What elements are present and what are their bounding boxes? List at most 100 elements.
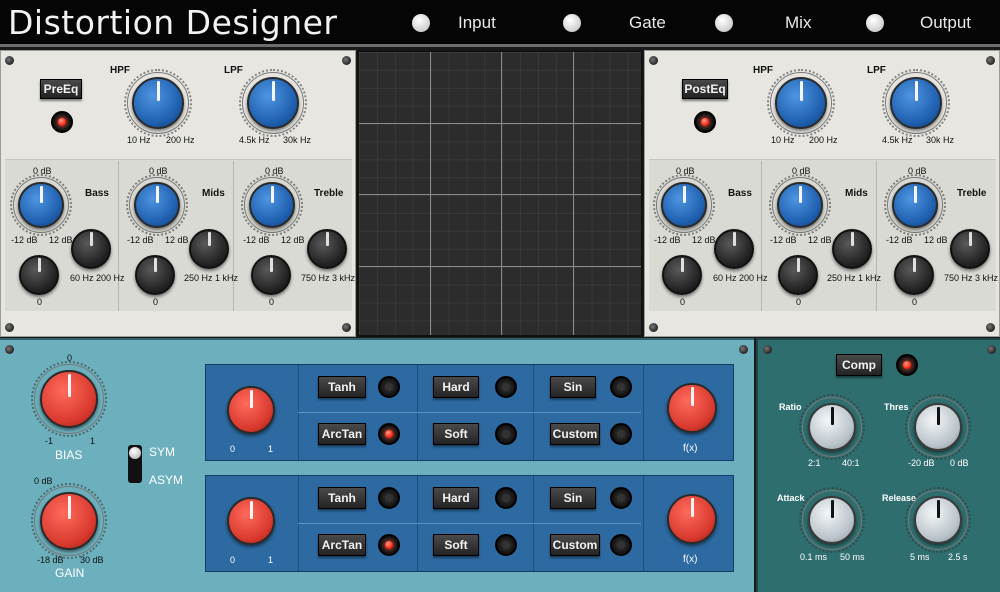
release-knob[interactable] [914,496,962,544]
shaper-1-arctan-led[interactable] [378,423,400,445]
post-treble-gain-knob[interactable] [892,182,938,228]
shaper-2-hard-button[interactable]: Hard [433,487,479,509]
shaper-2-sin-led[interactable] [610,487,632,509]
gain-knob[interactable] [40,492,98,550]
pre-mids-freq-knob[interactable] [189,229,229,269]
nav-mix[interactable]: Mix [715,13,811,33]
shaper-1-hard-button[interactable]: Hard [433,376,479,398]
post-mids-freq-knob[interactable] [832,229,872,269]
post-mids-fmin: 250 Hz [827,273,856,283]
post-hpf-knob[interactable] [775,77,827,129]
nav-gate[interactable]: Gate [563,13,666,33]
comp-button[interactable]: Comp [836,354,882,376]
pre-mids-label: Mids [202,188,225,199]
shaper-2-arctan-button[interactable]: ArcTan [318,534,366,556]
post-treble-freq-knob[interactable] [950,229,990,269]
thres-knob[interactable] [914,403,962,451]
pre-bass-gain-knob[interactable] [18,182,64,228]
shaper-2-tanh-button[interactable]: Tanh [318,487,366,509]
pre-treble-fmax: 3 kHz [332,273,356,283]
top-bar: Distortion Designer Input Gate Mix Outpu… [0,0,1000,47]
shaper-2-arctan-led[interactable] [378,534,400,556]
shaper-1-sin-button[interactable]: Sin [550,376,596,398]
shaper-2-mix-knob[interactable] [227,497,275,545]
shaper-2-soft-button[interactable]: Soft [433,534,479,556]
shaper-2-soft-led[interactable] [495,534,517,556]
post-mids-gain-knob[interactable] [777,182,823,228]
shaper-1-custom-led[interactable] [610,423,632,445]
shaper-1-sin-led[interactable] [610,376,632,398]
shaper-1-mix-max: 1 [268,444,274,454]
bias-knob[interactable] [40,370,98,428]
shaper-2-sin-button[interactable]: Sin [550,487,596,509]
post-eq-panel: PostEq HPF 10 Hz 200 Hz LPF 4.5k Hz 30k … [644,50,1000,337]
post-treble-q-knob[interactable] [894,255,934,295]
pre-treble-min: -12 dB [243,235,270,245]
asym-label: ASYM [149,473,184,487]
grid-line [359,266,641,267]
post-hpf-label: HPF [753,65,773,76]
post-bass-max: 12 dB [692,235,716,245]
shaper-2-fx-knob[interactable] [667,494,717,544]
ratio-knob[interactable] [808,403,856,451]
divider [118,161,119,311]
transfer-curve-display[interactable] [357,50,643,337]
pre-mids-q-knob[interactable] [135,255,175,295]
pre-mids-max: 12 dB [165,235,189,245]
grid-line [359,194,641,195]
post-mids-min: -12 dB [770,235,797,245]
pre-eq-button[interactable]: PreEq [40,79,82,99]
shaper-2-tanh-led[interactable] [378,487,400,509]
divider [643,365,644,460]
comp-led[interactable] [896,354,918,376]
shaper-1-custom-button[interactable]: Custom [550,423,600,445]
post-eq-button[interactable]: PostEq [682,79,728,99]
shaper-1-fx-label: f(x) [683,443,698,454]
pre-treble-label: Treble [314,188,344,199]
post-mids-q-knob[interactable] [778,255,818,295]
nav-output-label: Output [920,13,972,32]
shaper-1-mix-min: 0 [230,444,236,454]
screw-icon [739,345,748,354]
shaper-1-hard-led[interactable] [495,376,517,398]
pre-treble-gain-knob[interactable] [249,182,295,228]
ratio-min: 2:1 [808,458,821,468]
post-lpf-knob[interactable] [890,77,942,129]
pre-hpf-knob[interactable] [132,77,184,129]
post-bass-freq-knob[interactable] [714,229,754,269]
screw-icon [649,323,658,332]
nav-input[interactable]: Input [412,13,496,33]
gate-dot-icon [563,14,581,32]
divider [298,412,641,413]
pre-eq-panel: PreEq HPF 10 Hz 200 Hz LPF 4.5k Hz 30k H… [0,50,356,337]
shaper-2-custom-button[interactable]: Custom [550,534,600,556]
post-bass-gain-knob[interactable] [661,182,707,228]
shaper-1-tanh-button[interactable]: Tanh [318,376,366,398]
pre-bass-freq-knob[interactable] [71,229,111,269]
pre-lpf-knob[interactable] [247,77,299,129]
screw-icon [5,323,14,332]
symmetry-toggle[interactable] [128,445,142,483]
post-bass-q-knob[interactable] [662,255,702,295]
shaper-1-mix-knob[interactable] [227,386,275,434]
shaper-1-fx-knob[interactable] [667,383,717,433]
pre-eq-led[interactable] [51,111,73,133]
shaper-1-tanh-led[interactable] [378,376,400,398]
pre-bass-q-knob[interactable] [19,255,59,295]
input-dot-icon [412,14,430,32]
shaper-1-arctan-button[interactable]: ArcTan [318,423,366,445]
post-treble-label: Treble [957,188,987,199]
post-eq-led[interactable] [694,111,716,133]
pre-treble-q-knob[interactable] [251,255,291,295]
pre-treble-freq-knob[interactable] [307,229,347,269]
shaper-2-hard-led[interactable] [495,487,517,509]
shaper-2-custom-led[interactable] [610,534,632,556]
gain-max: 30 dB [80,555,104,565]
shaper-1-soft-led[interactable] [495,423,517,445]
nav-output[interactable]: Output [866,13,971,33]
pre-mids-gain-knob[interactable] [134,182,180,228]
attack-knob[interactable] [808,496,856,544]
nav-mix-label: Mix [785,13,812,32]
post-bass-fmin: 60 Hz [713,273,737,283]
shaper-1-soft-button[interactable]: Soft [433,423,479,445]
